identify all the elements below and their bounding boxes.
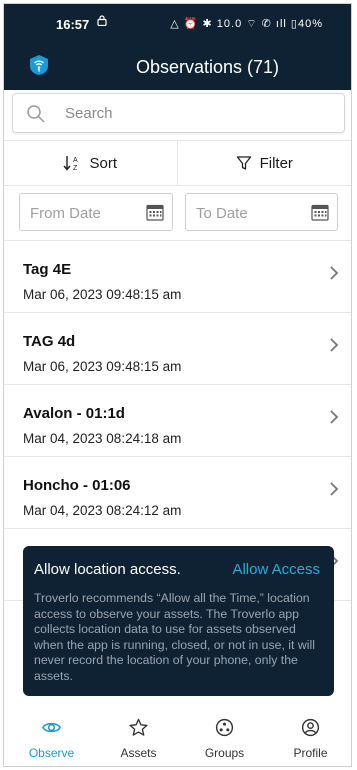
banner-title: Allow location access. [34, 561, 181, 578]
profile-icon [301, 718, 320, 737]
calendar-icon[interactable] [311, 204, 329, 221]
lock-icon [97, 15, 107, 26]
status-bar: 16:57 △ ⏰ ✱ 10.0 ⌔ ✆ ıll ▯40% [4, 4, 351, 40]
search-icon [27, 105, 45, 123]
status-time: 16:57 [56, 17, 90, 32]
chevron-right-icon [330, 410, 339, 424]
svg-text:A: A [73, 157, 78, 164]
to-date-field[interactable]: To Date [185, 193, 338, 231]
to-date-placeholder: To Date [196, 205, 248, 222]
list-item[interactable]: TAG 4d Mar 06, 2023 09:48:15 am [4, 313, 351, 385]
search-input[interactable] [65, 94, 325, 132]
observation-name: Honcho - 01:06 [23, 477, 131, 494]
banner-body: Troverlo recommends “Allow all the Time,… [34, 591, 315, 683]
page-title: Observations (71) [135, 57, 280, 77]
observation-date: Mar 04, 2023 08:24:18 am [23, 431, 182, 446]
calendar-icon[interactable] [146, 204, 164, 221]
filter-icon [236, 156, 251, 170]
sort-button[interactable]: A Z Sort [4, 141, 178, 185]
observation-name: TAG 4d [23, 333, 76, 350]
sort-label: Sort [89, 154, 117, 172]
from-date-placeholder: From Date [30, 205, 101, 222]
list-item[interactable]: Avalon - 01:1d Mar 04, 2023 08:24:18 am [4, 385, 351, 457]
nav-item-assets[interactable]: Assets [95, 704, 182, 766]
search-box[interactable] [12, 93, 345, 133]
list-item[interactable]: Honcho - 01:06 Mar 04, 2023 08:24:12 am [4, 457, 351, 529]
sort-filter-bar: A Z Sort Filter [4, 140, 351, 186]
observation-name: Tag 4E [23, 261, 72, 278]
nav-label: Groups [204, 746, 245, 760]
star-icon [129, 718, 148, 736]
app-screen: 16:57 △ ⏰ ✱ 10.0 ⌔ ✆ ıll ▯40% Observatio… [3, 3, 352, 767]
chevron-right-icon [330, 482, 339, 496]
from-date-field[interactable]: From Date [19, 193, 173, 231]
location-permission-banner: Allow location access. Allow Access Trov… [23, 546, 334, 696]
svg-text:Z: Z [73, 165, 78, 172]
chevron-right-icon [330, 266, 339, 280]
nav-label: Assets [120, 746, 157, 760]
bottom-navigation: Observe Assets Groups Profile [4, 704, 351, 766]
filter-button[interactable]: Filter [178, 141, 352, 185]
allow-access-button[interactable]: Allow Access [232, 561, 320, 578]
observation-date: Mar 06, 2023 09:48:15 am [23, 287, 182, 302]
nav-item-groups[interactable]: Groups [181, 704, 268, 766]
eye-icon [42, 722, 61, 733]
observation-name: Avalon - 01:1d [23, 405, 125, 422]
nav-item-profile[interactable]: Profile [267, 704, 351, 766]
filter-label: Filter [259, 154, 293, 172]
nav-label: Profile [293, 746, 328, 760]
app-bar: Observations (71) [4, 40, 351, 90]
chevron-right-icon [330, 338, 339, 352]
nav-item-observe[interactable]: Observe [8, 704, 95, 766]
status-icons: △ ⏰ ✱ 10.0 ⌔ ✆ ıll ▯40% [170, 18, 323, 30]
observation-date: Mar 04, 2023 08:24:12 am [23, 503, 182, 518]
sort-icon: A Z [63, 156, 78, 172]
list-item[interactable]: Tag 4E Mar 06, 2023 09:48:15 am [4, 241, 351, 313]
groups-icon [215, 718, 234, 737]
observation-date: Mar 06, 2023 09:48:15 am [23, 359, 182, 374]
nav-label: Observe [28, 746, 75, 760]
